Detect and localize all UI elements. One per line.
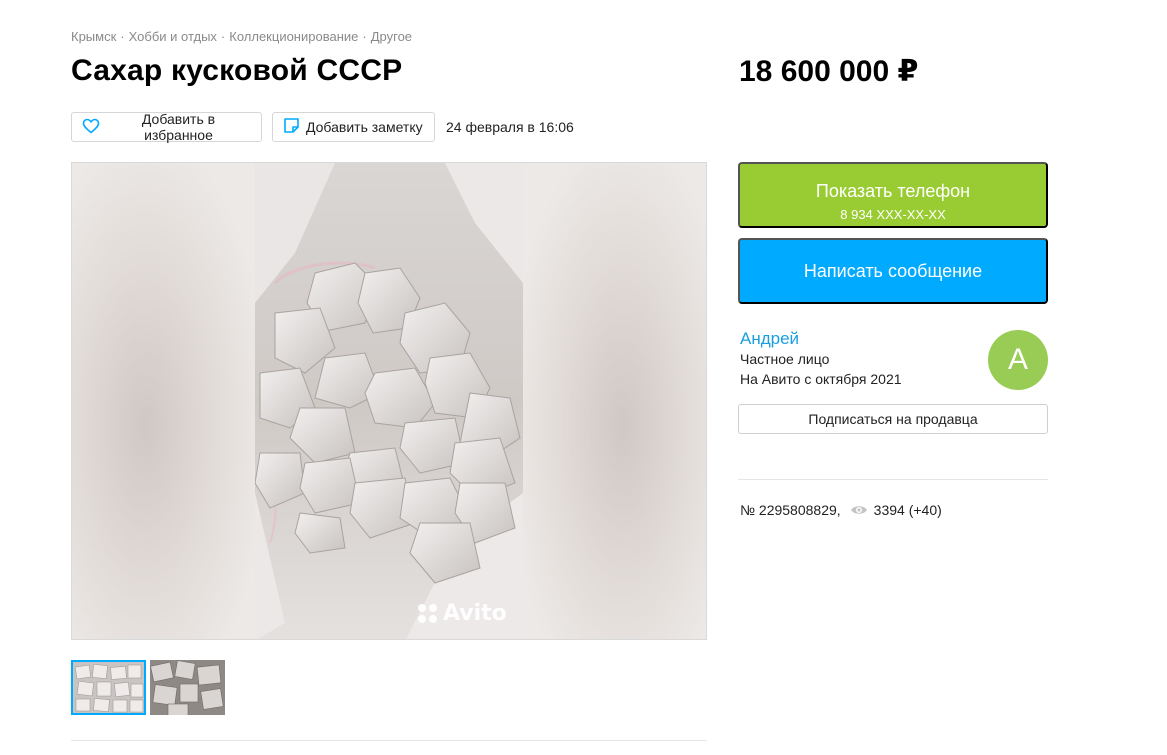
seller-name-link[interactable]: Андрей <box>740 329 799 349</box>
seller-avatar[interactable]: А <box>988 330 1048 390</box>
gallery-blur-left <box>72 163 255 639</box>
eye-icon <box>850 504 868 516</box>
main-photo[interactable] <box>255 163 523 639</box>
note-icon <box>283 117 306 137</box>
page-title: Сахар кусковой СССР <box>71 54 403 87</box>
masked-phone: 8 934 XXX-XX-XX <box>840 206 946 222</box>
write-message-label: Написать сообщение <box>803 260 983 281</box>
breadcrumb-link-city[interactable]: Крымск <box>71 29 116 44</box>
breadcrumb-separator: · <box>362 29 367 44</box>
seller-since: На Авито с октября 2021 <box>740 371 902 387</box>
publish-date: 24 февраля в 16:06 <box>446 119 574 135</box>
breadcrumb-separator: · <box>120 29 125 44</box>
seller-type: Частное лицо <box>740 351 830 367</box>
watermark-text: Avito <box>443 601 507 626</box>
breadcrumb-link-subcategory[interactable]: Коллекционирование <box>229 29 358 44</box>
avito-watermark: Avito <box>418 601 507 626</box>
thumbnail-2[interactable] <box>150 660 225 715</box>
sidebar-divider <box>738 479 1048 480</box>
breadcrumb-link-category[interactable]: Хобби и отдых <box>129 29 217 44</box>
subscribe-seller-button[interactable]: Подписаться на продавца <box>738 404 1048 434</box>
add-to-favorites-button[interactable]: Добавить в избранное <box>71 111 262 143</box>
add-note-label: Добавить заметку <box>306 119 423 135</box>
heart-icon <box>82 118 106 137</box>
add-to-favorites-label: Добавить в избранное <box>141 111 216 143</box>
view-count: 3394 (+40) <box>873 502 942 518</box>
thumbnail-1-selected[interactable] <box>71 660 146 715</box>
listing-number: № 2295808829, <box>740 502 841 518</box>
subscribe-seller-label: Подписаться на продавца <box>808 411 978 427</box>
price: 18 600 000 ₽ <box>739 55 919 88</box>
content-divider <box>71 740 707 741</box>
show-phone-label: Показать телефон <box>815 180 971 201</box>
show-phone-button[interactable]: Показать телефон 8 934 XXX-XX-XX <box>738 162 1048 228</box>
photo-gallery[interactable]: Avito <box>71 162 707 640</box>
add-note-button[interactable]: Добавить заметку <box>272 112 435 142</box>
gallery-blur-right <box>522 163 706 639</box>
avito-logo-icon <box>418 604 437 623</box>
write-message-button[interactable]: Написать сообщение <box>738 238 1048 304</box>
breadcrumb-link-type[interactable]: Другое <box>371 29 412 44</box>
listing-meta: № 2295808829, 3394 (+40) <box>740 502 942 518</box>
breadcrumb: Крымск · Хобби и отдых · Коллекционирование ·… <box>71 29 412 44</box>
breadcrumb-separator: · <box>220 29 226 44</box>
